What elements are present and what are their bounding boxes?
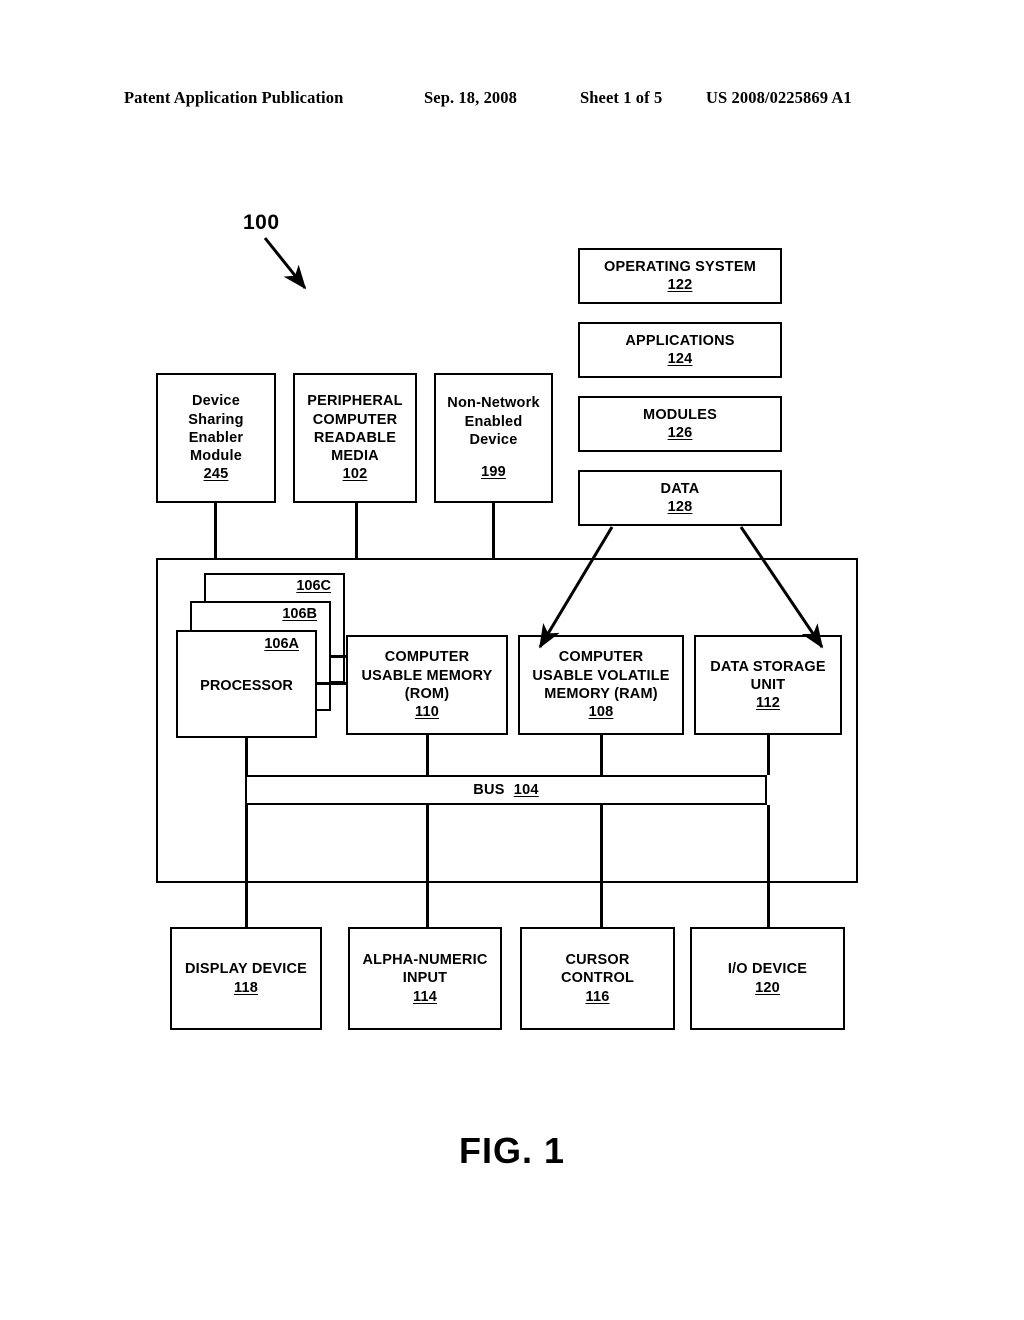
node-data-label: DATA: [660, 480, 700, 497]
node-data-ref: 128: [667, 499, 693, 515]
connector-rom-to-bus: [426, 735, 429, 775]
node-operating-system: OPERATING SYSTEM 122: [578, 248, 782, 304]
node-display-device-ref: 118: [234, 979, 258, 996]
node-bus-ref: 104: [513, 782, 539, 798]
node-io-device-ref: 120: [755, 979, 780, 996]
node-io-device-label: I/O DEVICE: [727, 961, 808, 978]
node-operating-system-label: OPERATING SYSTEM: [604, 258, 756, 275]
system-reference-numeral: 100: [243, 211, 280, 234]
node-cursor-control-label: CURSOR CONTROL: [560, 952, 635, 987]
connector-processor-106b-to-rom: [331, 655, 347, 658]
node-peripheral-computer-readable-media-label: PERIPHERAL COMPUTER READABLE MEDIA: [307, 393, 403, 465]
node-processor-106c-ref: 106C: [296, 578, 331, 594]
figure-caption: FIG. 1: [458, 1130, 566, 1171]
node-cursor-control: CURSOR CONTROL 116: [520, 927, 675, 1030]
node-alpha-numeric-input-label: ALPHA-NUMERIC INPUT: [362, 952, 488, 987]
node-processor-106a-ref: 106A: [264, 636, 299, 652]
node-bus: BUS 104: [245, 775, 767, 805]
node-device-sharing-enabler-module-ref: 245: [203, 466, 229, 483]
node-cursor-control-ref: 116: [585, 988, 610, 1005]
node-applications-ref: 124: [667, 351, 693, 367]
node-computer-usable-volatile-memory-ram-label: COMPUTER USABLE VOLATILE MEMORY (RAM): [532, 649, 670, 702]
node-io-device: I/O DEVICE 120: [690, 927, 845, 1030]
node-peripheral-computer-readable-media-ref: 102: [342, 466, 368, 483]
connector-bus-to-cursor-control: [600, 805, 603, 927]
lead-arrow-system-100: [263, 237, 307, 290]
node-bus-label: BUS: [473, 782, 505, 798]
node-non-network-enabled-device-ref: 199: [481, 464, 506, 481]
node-data-storage-unit-ref: 112: [756, 695, 780, 712]
connector-device-sharing-to-container: [214, 503, 217, 560]
node-applications: APPLICATIONS 124: [578, 322, 782, 378]
node-alpha-numeric-input-ref: 114: [413, 988, 437, 1005]
node-data-storage-unit-label: DATA STORAGE UNIT: [710, 658, 826, 693]
connector-processor-106a-to-rom: [317, 682, 347, 685]
connector-data-storage-to-bus: [767, 735, 770, 775]
node-display-device-label: DISPLAY DEVICE: [184, 961, 308, 978]
node-computer-usable-memory-rom: COMPUTER USABLE MEMORY (ROM) 110: [346, 635, 508, 735]
node-non-network-enabled-device: Non-Network Enabled Device 199: [434, 373, 553, 503]
node-modules: MODULES 126: [578, 396, 782, 452]
connector-bus-to-alpha-numeric-input: [426, 805, 429, 927]
patent-figure-1: 100 OPERATING SYSTEM 122 APPLICATIONS 12…: [0, 0, 1024, 1320]
node-processor-106a-label: PROCESSOR: [200, 678, 293, 694]
node-computer-usable-memory-rom-label: COMPUTER USABLE MEMORY (ROM): [361, 649, 493, 702]
node-display-device: DISPLAY DEVICE 118: [170, 927, 322, 1030]
connector-processor-to-bus: [245, 738, 248, 775]
connector-bus-to-display-device: [245, 805, 248, 927]
node-data: DATA 128: [578, 470, 782, 526]
node-computer-usable-volatile-memory-ram-ref: 108: [588, 704, 614, 721]
node-operating-system-ref: 122: [667, 277, 693, 293]
node-peripheral-computer-readable-media: PERIPHERAL COMPUTER READABLE MEDIA 102: [293, 373, 417, 503]
node-processor-106b-ref: 106B: [282, 606, 317, 622]
node-device-sharing-enabler-module-label: Device Sharing Enabler Module: [188, 393, 244, 465]
connector-peripheral-media-to-container: [355, 503, 358, 560]
node-non-network-enabled-device-label: Non-Network Enabled Device: [447, 395, 540, 448]
node-computer-usable-volatile-memory-ram: COMPUTER USABLE VOLATILE MEMORY (RAM) 10…: [518, 635, 684, 735]
node-modules-ref: 126: [667, 425, 693, 441]
node-device-sharing-enabler-module: Device Sharing Enabler Module 245: [156, 373, 276, 503]
node-applications-label: APPLICATIONS: [625, 332, 735, 349]
node-modules-label: MODULES: [643, 406, 717, 423]
connector-non-network-device-to-container: [492, 503, 495, 560]
node-computer-usable-memory-rom-ref: 110: [415, 704, 439, 721]
connector-ram-to-bus: [600, 735, 603, 775]
node-alpha-numeric-input: ALPHA-NUMERIC INPUT 114: [348, 927, 502, 1030]
node-processor-106a: 106A PROCESSOR: [176, 630, 317, 738]
connector-bus-to-io-device: [767, 805, 770, 927]
node-data-storage-unit: DATA STORAGE UNIT 112: [694, 635, 842, 735]
